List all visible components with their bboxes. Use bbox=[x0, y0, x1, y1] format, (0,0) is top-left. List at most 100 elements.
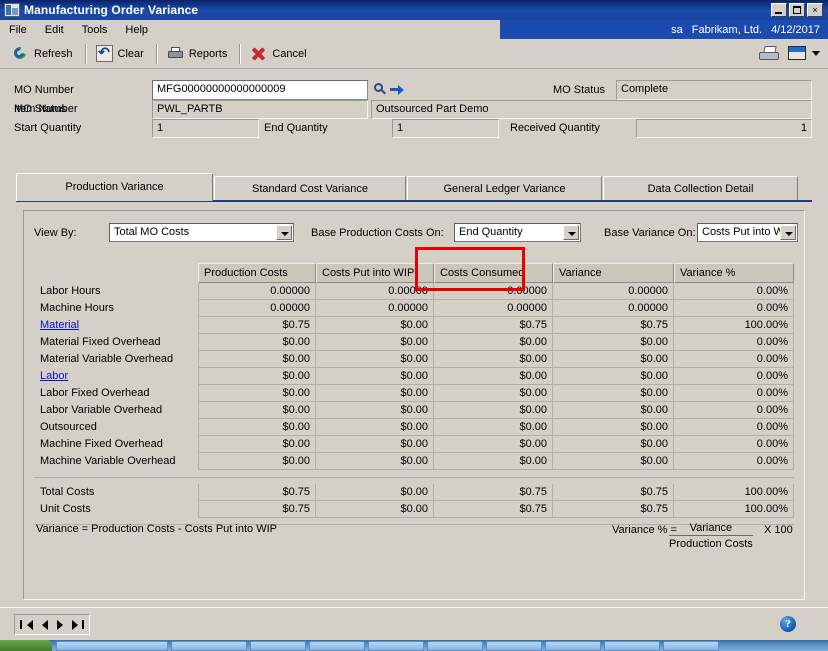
mo-number-input[interactable]: MFG00000000000000009 bbox=[152, 80, 368, 100]
chevron-down-icon[interactable] bbox=[780, 225, 796, 240]
tab-production-variance[interactable]: Production Variance bbox=[16, 173, 213, 201]
first-record-icon bbox=[20, 620, 22, 629]
taskbar-item[interactable] bbox=[309, 641, 365, 651]
chevron-down-icon[interactable] bbox=[563, 225, 579, 240]
tab-general-ledger-variance[interactable]: General Ledger Variance bbox=[407, 176, 602, 201]
item-number-label: Item Number bbox=[14, 103, 78, 115]
reports-button[interactable]: Reports bbox=[161, 42, 237, 66]
menu-item-file[interactable]: File bbox=[0, 22, 36, 38]
taskbar-item[interactable] bbox=[56, 641, 168, 651]
window-icon bbox=[4, 3, 20, 17]
grid-cell: $0.00 bbox=[198, 436, 316, 453]
grid-cell: $0.00 bbox=[198, 402, 316, 419]
taskbar-item[interactable] bbox=[663, 641, 719, 651]
goto-arrow-icon[interactable] bbox=[389, 81, 406, 98]
grid-cell: $0.00 bbox=[553, 368, 674, 385]
fraction-denominator: Production Costs bbox=[669, 538, 753, 550]
row-label-link[interactable]: Labor bbox=[40, 370, 68, 382]
chevron-down-icon[interactable] bbox=[812, 51, 820, 56]
taskbar-item[interactable] bbox=[486, 641, 542, 651]
row-label: Outsourced bbox=[40, 421, 97, 433]
close-button[interactable]: × bbox=[807, 3, 823, 17]
taskbar-item[interactable] bbox=[368, 641, 424, 651]
grid-cell: 0.00000 bbox=[316, 300, 434, 317]
grid-cell: $0.00 bbox=[434, 368, 553, 385]
taskbar-item[interactable] bbox=[427, 641, 483, 651]
column-header-costs-put-into-wip[interactable]: Costs Put into WIP bbox=[316, 263, 434, 283]
start-quantity-label: Start Quantity bbox=[14, 122, 82, 134]
menu-item-tools[interactable]: Tools bbox=[73, 22, 117, 38]
row-label-link[interactable]: Material bbox=[40, 319, 79, 331]
grid-cell: 100.00% bbox=[674, 484, 794, 501]
grid-cell: 0.00% bbox=[674, 385, 794, 402]
status-bar: ? bbox=[0, 607, 828, 641]
base-production-costs-dropdown[interactable]: End Quantity bbox=[454, 223, 581, 242]
table-row: Material Variable Overhead $0.00 $0.00 $0.0… bbox=[34, 351, 794, 368]
column-header-costs-consumed[interactable]: Costs Consumed bbox=[434, 263, 553, 283]
tab-data-collection-detail[interactable]: Data Collection Detail bbox=[603, 176, 798, 201]
toolbar-right-group bbox=[759, 45, 828, 63]
column-header-variance[interactable]: Variance bbox=[553, 263, 674, 283]
grid-cell: $0.00 bbox=[553, 351, 674, 368]
grid-cell: 0.00% bbox=[674, 419, 794, 436]
first-record-button[interactable] bbox=[18, 616, 35, 633]
windows-taskbar bbox=[0, 640, 828, 651]
variance-percent-fraction: Variance Production Costs bbox=[669, 522, 753, 550]
screen-output-icon[interactable] bbox=[786, 45, 807, 62]
current-date: 4/12/2017 bbox=[771, 23, 820, 36]
grid-cell: 0.00000 bbox=[434, 283, 553, 300]
refresh-label: Refresh bbox=[34, 47, 73, 60]
grid-cell: $0.75 bbox=[553, 501, 674, 518]
total-row-label: Unit Costs bbox=[40, 503, 91, 515]
user-name: sa bbox=[671, 23, 683, 36]
taskbar-item[interactable] bbox=[171, 641, 247, 651]
refresh-button[interactable]: Refresh bbox=[6, 42, 82, 66]
item-number-value: PWL_PARTB bbox=[152, 100, 368, 119]
grid-cell: $0.00 bbox=[553, 436, 674, 453]
grid-cell: 0.00% bbox=[674, 300, 794, 317]
clear-label: Clear bbox=[117, 47, 144, 60]
help-icon[interactable]: ? bbox=[780, 616, 796, 632]
window-title: Manufacturing Order Variance bbox=[24, 3, 199, 17]
grid-cell: $0.00 bbox=[434, 351, 553, 368]
minimize-button[interactable] bbox=[771, 3, 787, 17]
print-destination-icon[interactable] bbox=[759, 45, 781, 63]
cancel-button[interactable]: Cancel bbox=[244, 42, 315, 66]
end-quantity-value: 1 bbox=[392, 119, 499, 138]
grid-cell: 0.00% bbox=[674, 453, 794, 470]
tab-standard-cost-variance[interactable]: Standard Cost Variance bbox=[214, 176, 406, 201]
previous-record-button[interactable] bbox=[35, 616, 52, 633]
row-label[interactable]: Material bbox=[34, 317, 198, 334]
toolbar-separator bbox=[239, 43, 242, 64]
start-button[interactable] bbox=[0, 640, 52, 651]
table-row: Machine Hours 0.00000 0.00000 0.00000 0.0000… bbox=[34, 300, 794, 317]
received-quantity-value: 1 bbox=[636, 119, 812, 138]
taskbar-item[interactable] bbox=[545, 641, 601, 651]
menu-item-help[interactable]: Help bbox=[116, 22, 157, 38]
maximize-button[interactable] bbox=[789, 3, 805, 17]
taskbar-item[interactable] bbox=[250, 641, 306, 651]
next-record-button[interactable] bbox=[52, 616, 69, 633]
grid-cell: $0.75 bbox=[198, 484, 316, 501]
base-production-costs-value: End Quantity bbox=[459, 226, 523, 238]
taskbar-item[interactable] bbox=[604, 641, 660, 651]
total-row: Total Costs $0.75 $0.00 $0.75 $0.75 100.00% bbox=[34, 484, 794, 501]
menu-item-edit[interactable]: Edit bbox=[36, 22, 73, 38]
table-row: Labor Fixed Overhead $0.00 $0.00 $0.00 $0.00… bbox=[34, 385, 794, 402]
base-variance-on-dropdown[interactable]: Costs Put into WIP bbox=[697, 223, 798, 242]
fraction-multiplier: X 100 bbox=[764, 524, 793, 536]
base-variance-on-label: Base Variance On: bbox=[604, 227, 696, 239]
grid-cell: $0.00 bbox=[316, 436, 434, 453]
grid-cell: $0.00 bbox=[316, 351, 434, 368]
grid-cell: 0.00% bbox=[674, 334, 794, 351]
grid-cell: $0.00 bbox=[553, 453, 674, 470]
view-by-dropdown[interactable]: Total MO Costs bbox=[109, 223, 294, 242]
chevron-down-icon[interactable] bbox=[276, 225, 292, 240]
last-record-button[interactable] bbox=[69, 616, 86, 633]
column-header-production-costs[interactable]: Production Costs bbox=[198, 263, 316, 283]
row-label[interactable]: Labor bbox=[34, 368, 198, 385]
clear-button[interactable]: Clear bbox=[90, 42, 153, 66]
column-header-variance-percent[interactable]: Variance % bbox=[674, 263, 794, 283]
lookup-icon[interactable] bbox=[371, 81, 388, 98]
tab-strip: Production Variance Standard Cost Varian… bbox=[16, 173, 812, 201]
